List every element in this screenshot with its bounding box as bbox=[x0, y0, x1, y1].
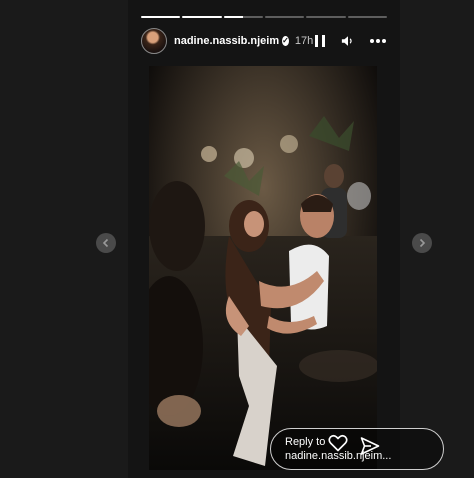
progress-segment bbox=[264, 16, 305, 18]
story-progress-bar bbox=[141, 16, 387, 18]
like-button[interactable] bbox=[327, 432, 349, 454]
avatar[interactable] bbox=[141, 28, 167, 54]
chevron-right-icon bbox=[419, 238, 426, 248]
progress-segment-fill bbox=[223, 16, 244, 18]
story-timestamp: 17h bbox=[294, 35, 314, 47]
progress-segment bbox=[347, 16, 387, 18]
speaker-icon bbox=[342, 36, 352, 46]
story-header: nadine.nassib.njeim ✓ 17h bbox=[141, 26, 387, 56]
story-viewer: nadine.nassib.njeim ✓ 17h Reply to nadin… bbox=[0, 0, 474, 478]
mute-button[interactable] bbox=[341, 34, 355, 48]
reply-placeholder-line2: nadine.nassib.njeim... bbox=[285, 450, 392, 462]
progress-segment bbox=[141, 16, 181, 18]
story-media-photo[interactable] bbox=[149, 66, 377, 470]
progress-segment bbox=[306, 16, 346, 18]
progress-segment-fill bbox=[182, 16, 222, 18]
share-button[interactable] bbox=[359, 435, 381, 457]
chevron-left-icon bbox=[102, 238, 109, 248]
progress-segment bbox=[223, 16, 263, 18]
pause-icon bbox=[315, 35, 326, 47]
pause-button[interactable] bbox=[313, 34, 327, 48]
heart-icon bbox=[328, 434, 348, 452]
progress-segment-fill bbox=[141, 16, 181, 18]
story-image bbox=[149, 66, 377, 470]
send-icon bbox=[360, 437, 380, 455]
verified-badge-icon: ✓ bbox=[282, 36, 289, 46]
reply-input[interactable]: Reply to nadine.nassib.njeim... bbox=[270, 428, 444, 470]
reply-placeholder-line1: Reply to bbox=[285, 436, 326, 448]
more-options-icon bbox=[370, 39, 387, 43]
next-story-button[interactable] bbox=[412, 233, 432, 253]
story-username[interactable]: nadine.nassib.njeim bbox=[174, 35, 279, 47]
story-panel: nadine.nassib.njeim ✓ 17h Reply to nadin… bbox=[128, 0, 444, 478]
progress-segment bbox=[182, 16, 222, 18]
more-options-button[interactable] bbox=[369, 34, 387, 48]
previous-story-button[interactable] bbox=[96, 233, 116, 253]
